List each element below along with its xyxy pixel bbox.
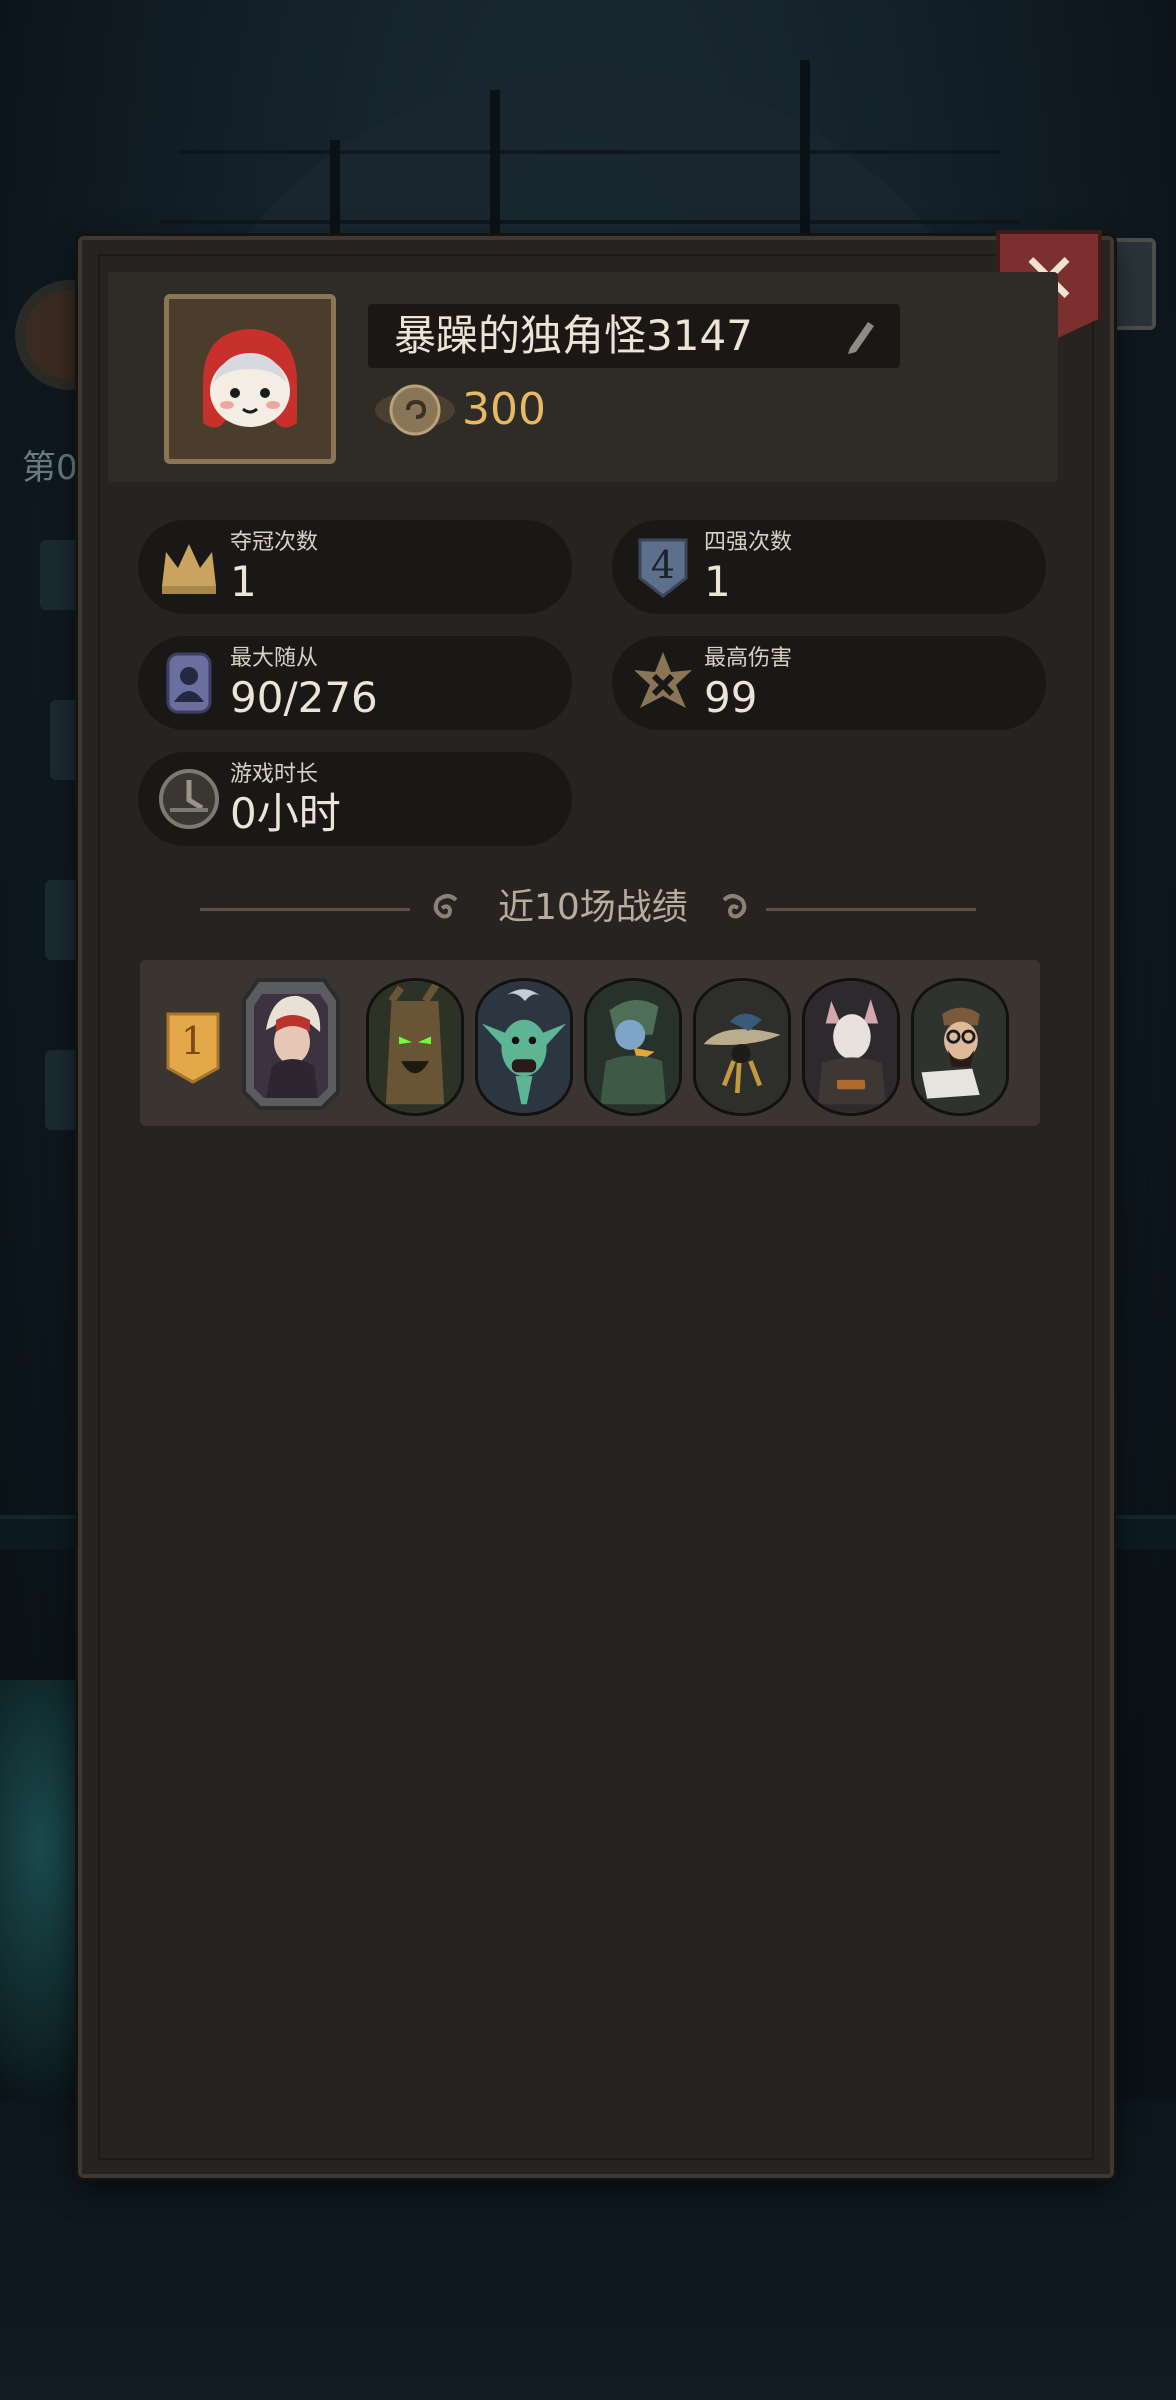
stat-label: 游戏时长 <box>230 762 319 787</box>
stat-label: 四强次数 <box>704 530 793 555</box>
player-name: 暴躁的独角怪3147 <box>394 311 753 360</box>
mushroom-minion-icon <box>696 982 788 1112</box>
avatar-portrait-icon <box>183 313 317 445</box>
stat-value: 0小时 <box>230 789 341 838</box>
hero-portrait <box>242 978 340 1110</box>
stat-max-damage: 最高伤害 99 <box>612 636 1046 730</box>
stat-value: 1 <box>230 557 257 606</box>
stat-value: 99 <box>704 673 758 722</box>
minion-portrait <box>911 978 1009 1116</box>
coin-icon <box>375 384 455 436</box>
stat-max-minions: 最大随从 90/276 <box>138 636 572 730</box>
stat-play-time: 游戏时长 0小时 <box>138 752 572 846</box>
stat-value: 1 <box>704 557 731 606</box>
match-rank: 1 <box>180 1019 206 1063</box>
swirl-left-icon <box>433 894 458 919</box>
rat-rogue-minion-icon <box>805 982 897 1112</box>
minion-portrait <box>366 978 464 1116</box>
stat-label: 最高伤害 <box>704 646 793 671</box>
minion-portrait <box>584 978 682 1116</box>
stat-label: 夺冠次数 <box>230 530 319 555</box>
stat-top-four: 4 四强次数 1 <box>612 520 1046 614</box>
minion-portrait <box>475 978 573 1116</box>
swirl-right-icon <box>722 894 747 919</box>
divider-left <box>200 908 410 911</box>
goblin-knight-minion-icon <box>587 982 679 1112</box>
stat-championships: 夺冠次数 1 <box>138 520 572 614</box>
minion-portrait <box>802 978 900 1116</box>
avatar[interactable] <box>164 294 336 464</box>
stat-value: 90/276 <box>230 673 378 722</box>
clock-icon <box>159 769 219 829</box>
minion-portrait <box>693 978 791 1116</box>
recent-matches-title: 近10场战绩 <box>498 887 688 928</box>
side-menu-label: 第0 <box>22 448 78 488</box>
top-four-shield-icon: 4 <box>638 538 688 598</box>
treant-minion-icon <box>369 982 461 1112</box>
crown-icon <box>162 544 216 594</box>
goblin-minion-icon <box>478 982 570 1112</box>
coin-amount: 300 <box>462 384 546 435</box>
minion-card-icon <box>166 652 212 714</box>
damage-star-icon <box>634 652 692 708</box>
scholar-minion-icon <box>914 982 1006 1112</box>
edit-pencil-icon[interactable] <box>842 316 878 356</box>
svg-text:4: 4 <box>651 543 675 587</box>
divider-right <box>766 908 976 911</box>
stat-label: 最大随从 <box>230 646 319 671</box>
